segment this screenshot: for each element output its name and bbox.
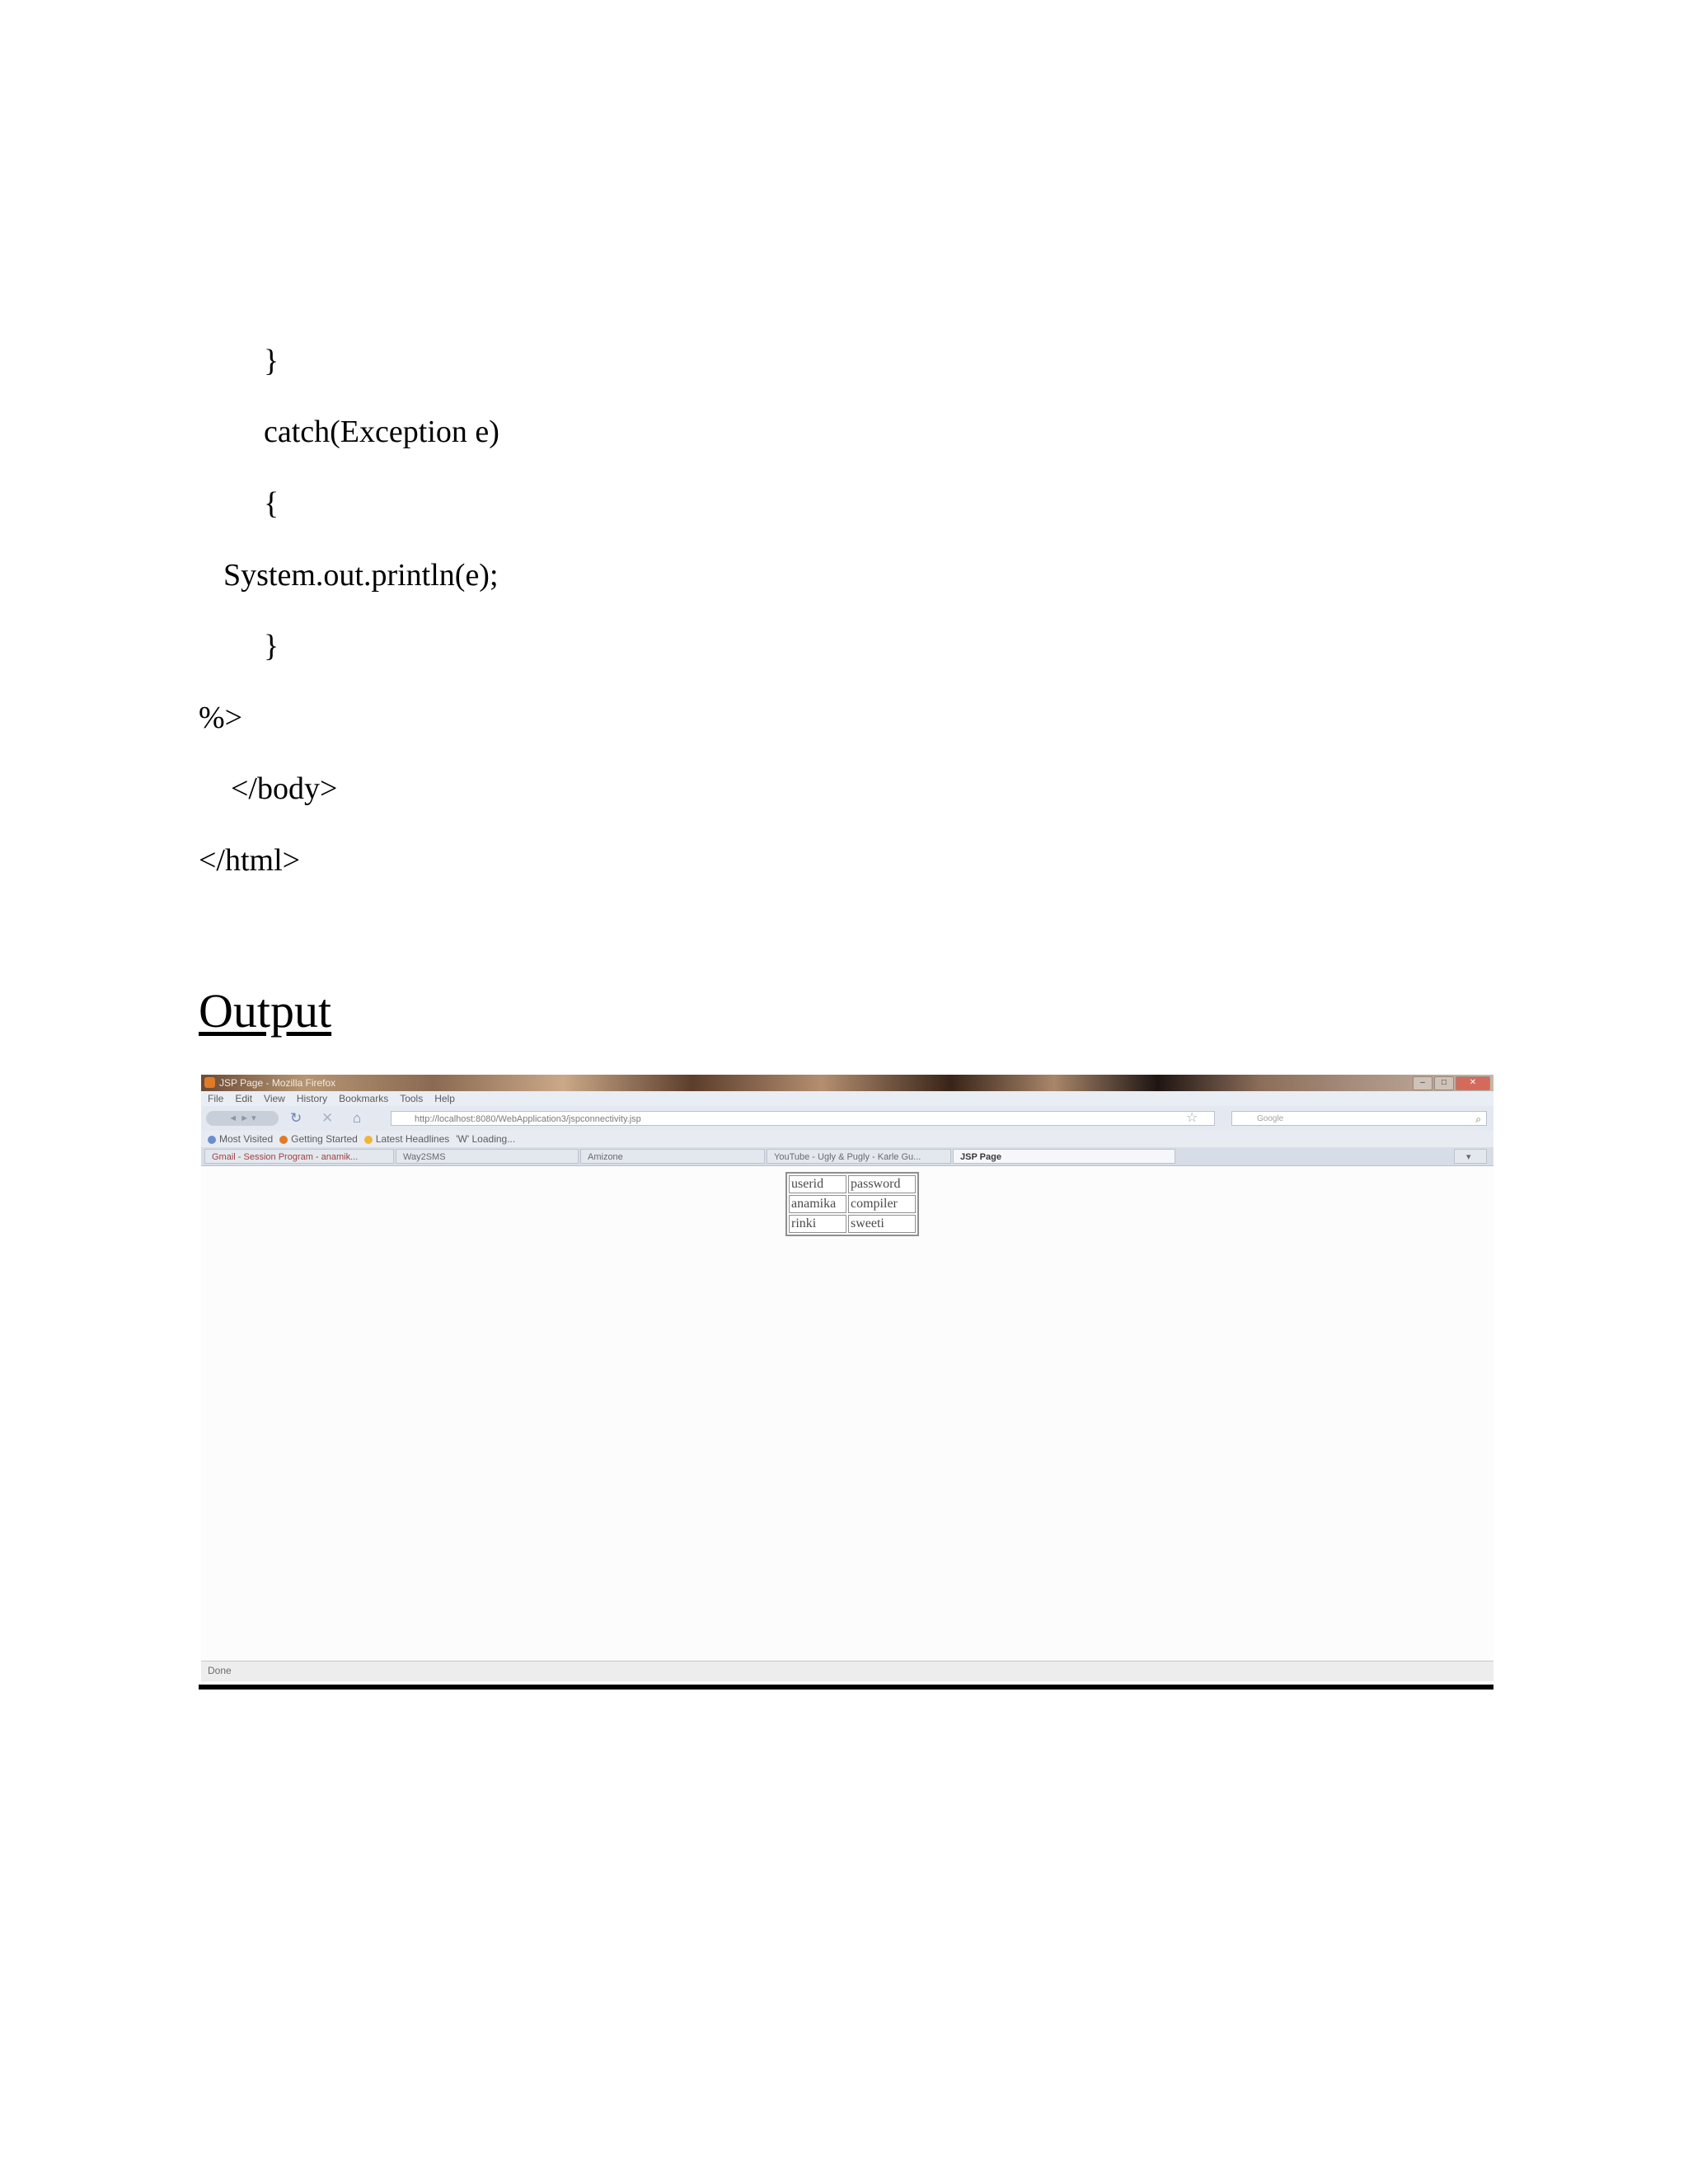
getting-started-icon xyxy=(279,1135,288,1144)
bookmark-latest-headlines[interactable]: Latest Headlines xyxy=(363,1131,449,1147)
title-bar: JSP Page - Mozilla Firefox – □ ✕ xyxy=(201,1075,1493,1091)
code-line-close-brace-2: } xyxy=(264,629,279,663)
navigation-toolbar: ◄ ► ▾ ↻ ✕ ⌂ http://localhost:8080/WebApp… xyxy=(201,1106,1493,1131)
menu-tools[interactable]: Tools xyxy=(400,1091,423,1106)
tab-bar: Gmail - Session Program - anamik... Way2… xyxy=(201,1147,1493,1166)
code-line-html-end: </html> xyxy=(199,843,301,878)
tab-list-button[interactable]: ▾ xyxy=(1454,1149,1487,1164)
code-line-close-brace-1: } xyxy=(264,344,279,378)
bookmark-getting-started[interactable]: Getting Started xyxy=(279,1131,358,1147)
menu-bookmarks[interactable]: Bookmarks xyxy=(339,1091,388,1106)
search-input[interactable]: Google ⌕ xyxy=(1231,1111,1487,1126)
bookmarks-toolbar: Most Visited Getting Started Latest Head… xyxy=(201,1131,1493,1147)
tab-gmail[interactable]: Gmail - Session Program - anamik... xyxy=(204,1149,394,1164)
window-controls: – □ ✕ xyxy=(1413,1076,1490,1090)
most-visited-icon xyxy=(208,1135,216,1144)
home-icon[interactable]: ⌂ xyxy=(353,1109,361,1127)
maximize-button[interactable]: □ xyxy=(1434,1076,1454,1090)
window-title: JSP Page - Mozilla Firefox xyxy=(219,1077,336,1089)
table-header-cell: password xyxy=(848,1175,916,1193)
page-content: userid password anamika compiler rinki s… xyxy=(201,1166,1493,1661)
firefox-icon xyxy=(204,1077,215,1088)
code-line-println: System.out.println(e); xyxy=(223,558,499,593)
bookmark-loading[interactable]: 'W' Loading... xyxy=(456,1131,515,1147)
close-button[interactable]: ✕ xyxy=(1456,1076,1490,1090)
rss-icon xyxy=(363,1135,373,1144)
search-icon[interactable]: ⌕ xyxy=(1475,1112,1481,1127)
menu-file[interactable]: File xyxy=(208,1091,223,1106)
menu-bar: File Edit View History Bookmarks Tools H… xyxy=(201,1091,1493,1106)
tab-way2sms[interactable]: Way2SMS xyxy=(396,1149,579,1164)
table-cell: sweeti xyxy=(848,1215,916,1233)
code-line-catch: catch(Exception e) xyxy=(264,415,499,449)
code-line-body-end: </body> xyxy=(231,771,338,806)
code-line-scriptlet-end: %> xyxy=(199,701,243,735)
menu-edit[interactable]: Edit xyxy=(235,1091,252,1106)
menu-history[interactable]: History xyxy=(297,1091,327,1106)
bottom-divider xyxy=(199,1685,1493,1690)
reload-icon[interactable]: ↻ xyxy=(290,1109,302,1127)
bookmark-star-icon[interactable]: ☆ xyxy=(1186,1109,1198,1126)
table-cell: rinki xyxy=(789,1215,846,1233)
status-text: Done xyxy=(208,1665,232,1676)
table-header-cell: userid xyxy=(789,1175,846,1193)
table-cell: anamika xyxy=(789,1195,846,1213)
table-row: anamika compiler xyxy=(789,1195,916,1213)
menu-help[interactable]: Help xyxy=(434,1091,455,1106)
bookmark-most-visited[interactable]: Most Visited xyxy=(208,1131,273,1147)
minimize-button[interactable]: – xyxy=(1413,1076,1432,1090)
browser-window: JSP Page - Mozilla Firefox – □ ✕ File Ed… xyxy=(201,1075,1493,1691)
table-header-row: userid password xyxy=(789,1175,916,1193)
tab-jsp-page[interactable]: JSP Page xyxy=(953,1149,1175,1164)
back-forward-button[interactable]: ◄ ► ▾ xyxy=(206,1111,279,1126)
menu-view[interactable]: View xyxy=(264,1091,285,1106)
tab-amizone[interactable]: Amizone xyxy=(580,1149,765,1164)
stop-icon[interactable]: ✕ xyxy=(321,1109,333,1127)
output-heading: Output xyxy=(199,984,332,1038)
search-placeholder: Google xyxy=(1257,1114,1284,1123)
table-cell: compiler xyxy=(848,1195,916,1213)
code-line-open-brace: { xyxy=(264,486,279,521)
status-bar: Done xyxy=(201,1661,1493,1681)
user-table: userid password anamika compiler rinki s… xyxy=(785,1172,919,1236)
tab-youtube[interactable]: YouTube - Ugly & Pugly - Karle Gu... xyxy=(767,1149,951,1164)
url-bar[interactable]: http://localhost:8080/WebApplication3/js… xyxy=(391,1111,1215,1126)
table-row: rinki sweeti xyxy=(789,1215,916,1233)
